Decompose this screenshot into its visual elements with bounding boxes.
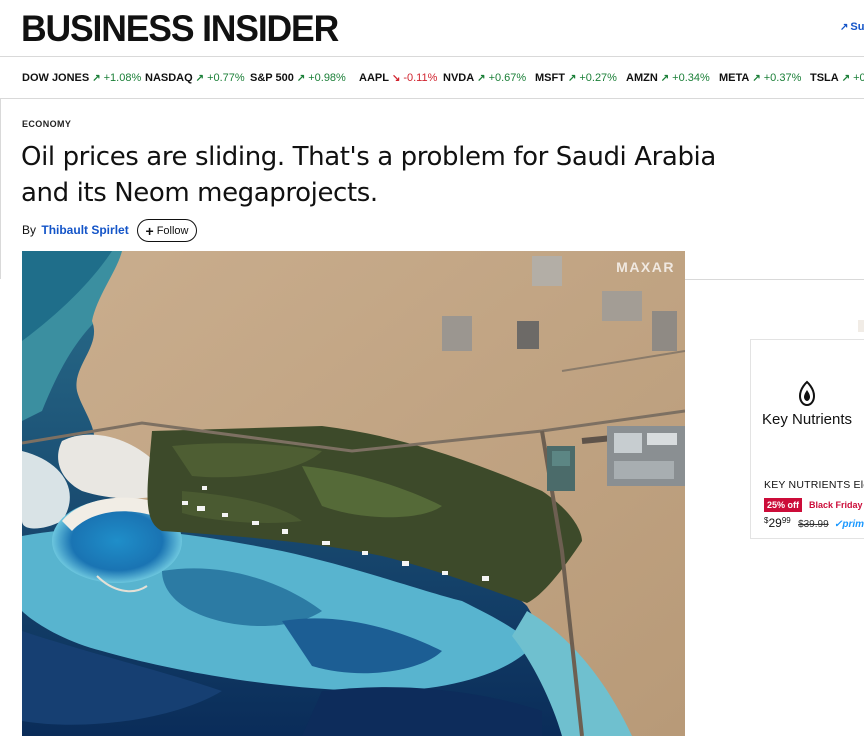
ticker-item-dow-jones[interactable]: DOW JONES ↗ +1.08%	[22, 72, 141, 84]
ticker-change: +0.67%	[488, 72, 527, 84]
ticker-item-sp500[interactable]: S&P 500 ↗ +0.98%	[250, 72, 346, 84]
ticker-change: +0.77%	[207, 72, 245, 84]
ticker-symbol: NVDA	[443, 72, 475, 84]
ticker-symbol: NASDAQ	[145, 72, 193, 84]
subscribe-link[interactable]: ↗Sub	[840, 21, 864, 33]
follow-button[interactable]: + Follow	[137, 219, 197, 242]
ticker-item-nasdaq[interactable]: NASDAQ ↗ +0.77%	[145, 72, 245, 84]
ticker-symbol: TSLA	[810, 72, 839, 84]
site-logo[interactable]: BUSINESS INSIDER	[21, 8, 339, 50]
arrow-up-icon: ↗	[841, 73, 851, 84]
arrow-up-icon: ↗	[752, 73, 761, 84]
key-nutrients-logo-icon	[796, 380, 818, 413]
arrow-up-icon: ↗	[567, 73, 577, 84]
ad-brand-name: Key Nutrients	[762, 411, 853, 428]
arrow-up-icon: ↗	[296, 73, 306, 84]
site-header: BUSINESS INSIDER ↗Sub	[0, 0, 864, 57]
discount-badge: 25% off	[764, 498, 803, 512]
ad-corner-marker	[858, 320, 864, 332]
image-credit-watermark: MAXAR	[616, 259, 675, 275]
article-headline: Oil prices are sliding. That's a problem…	[21, 139, 841, 211]
arrow-up-icon: ↗	[660, 73, 670, 84]
ticker-symbol: MSFT	[535, 72, 565, 84]
ticker-symbol: AMZN	[626, 72, 658, 84]
ticker-symbol: AAPL	[359, 72, 389, 84]
plus-icon: +	[145, 222, 154, 239]
sidebar-advertisement[interactable]: Key Nutrients KEY NUTRIENTS Ele 25% off …	[750, 339, 864, 539]
arrow-up-icon: ↗	[477, 73, 486, 84]
ticker-change: +0.37%	[763, 72, 802, 84]
price-old: $39.99	[798, 519, 829, 530]
subscribe-label: Sub	[850, 21, 864, 33]
ticker-change: +0.27%	[579, 72, 617, 84]
page: BUSINESS INSIDER ↗Sub DOW JONES↗+1.08% N…	[0, 0, 864, 736]
arrow-up-icon: ↗	[195, 73, 205, 84]
ticker-item-nvda[interactable]: NVDA ↗ +0.67%	[443, 72, 526, 84]
ticker-change: +0.34%	[672, 72, 710, 84]
price-whole: 29	[768, 516, 782, 530]
ticker-change: +0.98%	[308, 72, 346, 84]
ticker-change: +1.08%	[103, 72, 142, 84]
headline-line-2: and its Neom megaprojects.	[21, 178, 378, 208]
byline-prefix: By	[22, 223, 37, 237]
ticker-symbol: S&P 500	[250, 72, 294, 84]
ad-price: $2999 $39.99 ✓prime	[764, 516, 864, 530]
follow-label: Follow	[156, 224, 189, 237]
arrow-down-icon: ↘	[391, 73, 401, 84]
content-border-left	[0, 99, 1, 279]
ticker-change: -0.11%	[403, 72, 438, 84]
byline: By Thibault Spirlet	[22, 223, 129, 237]
ticker-change: +0	[853, 72, 864, 84]
ticker-symbol: DOW JONES	[22, 72, 90, 84]
arrow-up-right-icon: ↗	[840, 22, 849, 33]
ticker-item-msft[interactable]: MSFT ↗ +0.27%	[535, 72, 617, 84]
ticker-item-tsla[interactable]: TSLA ↗ +0	[810, 72, 864, 84]
article-category[interactable]: ECONOMY	[22, 119, 71, 129]
hero-satellite-image: MAXAR	[22, 251, 685, 736]
author-link[interactable]: Thibault Spirlet	[41, 223, 128, 237]
prime-icon: ✓prime	[834, 519, 864, 530]
satellite-image-graphic	[22, 251, 685, 736]
ticker-symbol: META	[719, 72, 750, 84]
prime-label: prime	[842, 519, 864, 530]
content-border-bottom	[684, 279, 864, 280]
ad-product-title: KEY NUTRIENTS Ele	[764, 479, 864, 491]
ticker-item-meta[interactable]: META ↗ +0.37%	[719, 72, 801, 84]
price-cents: 99	[781, 516, 791, 525]
headline-line-1: Oil prices are sliding. That's a problem…	[21, 142, 716, 172]
deal-label: Black Friday D	[809, 500, 864, 510]
arrow-up-icon: ↗	[92, 73, 101, 84]
ticker-item-aapl[interactable]: AAPL ↘ -0.11%	[359, 72, 437, 84]
ticker-item-amzn[interactable]: AMZN ↗ +0.34%	[626, 72, 710, 84]
market-ticker: DOW JONES ↗ +1.08% NASDAQ ↗ +0.77% S&P 500 ↗ +…	[0, 57, 864, 99]
